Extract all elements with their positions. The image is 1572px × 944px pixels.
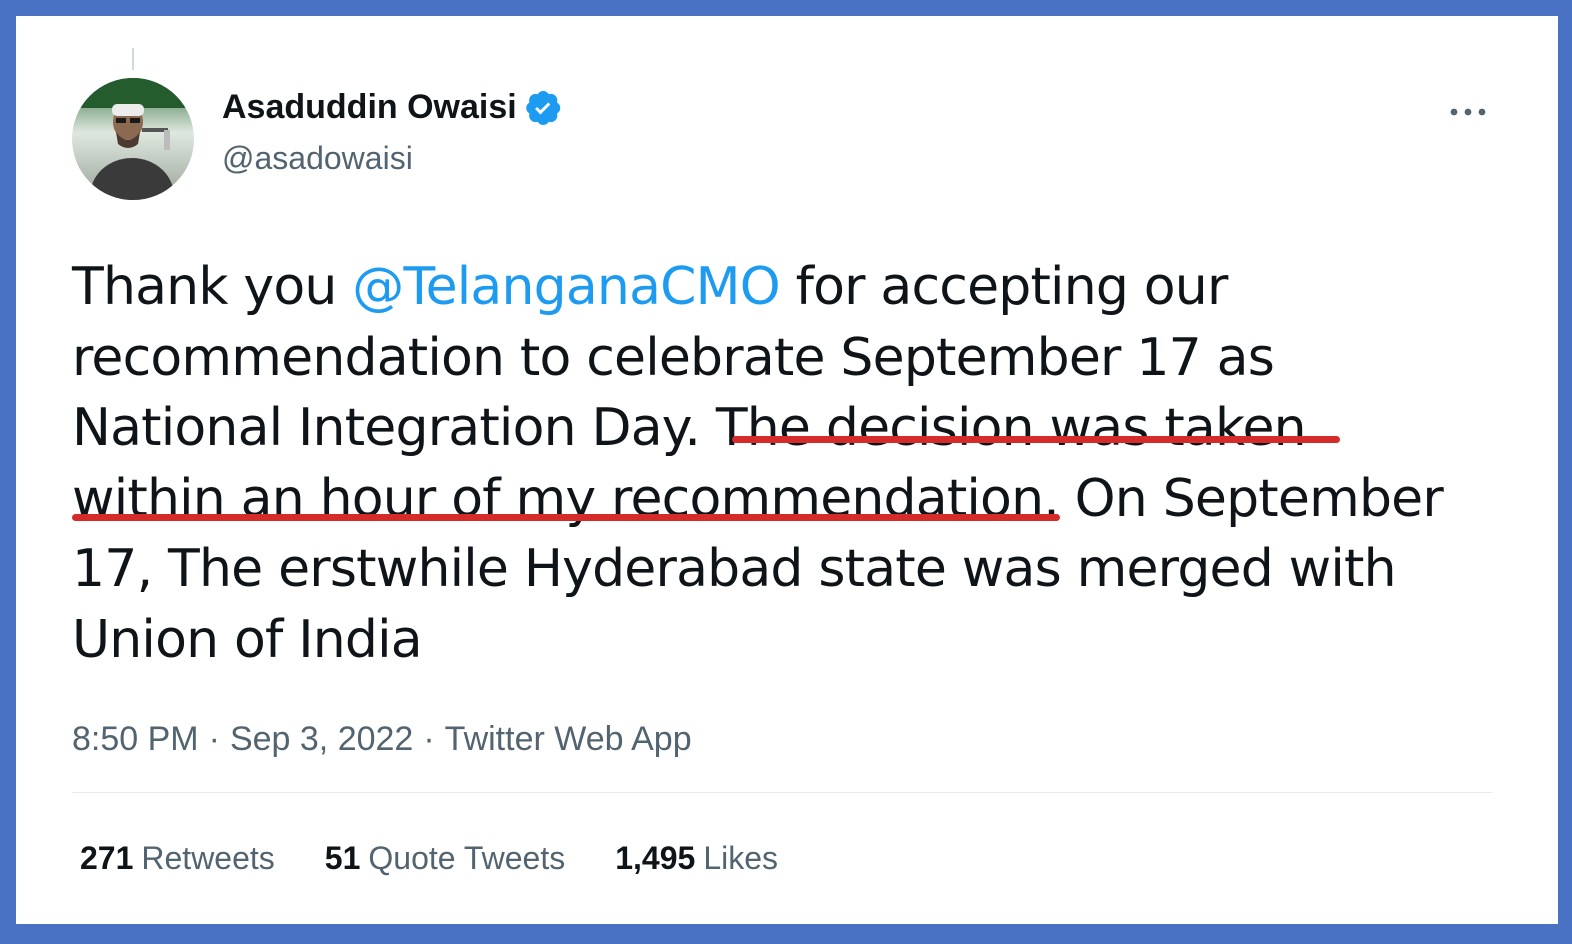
avatar[interactable] bbox=[72, 78, 194, 200]
more-horizontal-icon bbox=[1450, 108, 1486, 116]
tweet-source[interactable]: Twitter Web App bbox=[445, 720, 692, 759]
verified-badge-icon bbox=[525, 90, 561, 126]
tweet-line-2: recommendation to celebrate September 17… bbox=[72, 327, 1275, 388]
retweets-stat[interactable]: 271 Retweets bbox=[80, 840, 275, 877]
likes-count: 1,495 bbox=[615, 840, 696, 876]
highlighted-text: The decision was taken bbox=[715, 398, 1307, 458]
tweet-text: Thank you @TelanganaCMO for accepting ou… bbox=[72, 252, 1512, 675]
likes-stat[interactable]: 1,495 Likes bbox=[615, 840, 778, 877]
tweet-card: Asaduddin Owaisi @asadowaisi Thank you @… bbox=[16, 16, 1558, 924]
retweets-count: 271 bbox=[80, 840, 134, 876]
red-underline-annotation bbox=[732, 436, 1340, 443]
tweet-line-4: within an hour of my recommendation. On … bbox=[72, 464, 1512, 535]
meta-separator: · bbox=[208, 720, 220, 758]
tweet-text-segment: National Integration Day. bbox=[72, 398, 716, 458]
quote-tweets-count: 51 bbox=[324, 840, 361, 876]
tweet-line-6: Union of India bbox=[72, 609, 423, 670]
retweets-label: Retweets bbox=[141, 840, 275, 876]
tweet-text-segment: On September bbox=[1058, 468, 1444, 529]
tweet-meta: 8:50 PM · Sep 3, 2022 · Twitter Web App bbox=[72, 720, 692, 759]
likes-label: Likes bbox=[703, 840, 779, 876]
tweet-text-segment: for accepting our bbox=[779, 257, 1229, 317]
divider bbox=[72, 792, 1492, 793]
avatar-image bbox=[72, 78, 194, 200]
tweet-text-segment: Thank you bbox=[72, 257, 353, 317]
quote-tweets-label: Quote Tweets bbox=[368, 840, 566, 876]
author-display-name[interactable]: Asaduddin Owaisi bbox=[222, 88, 561, 127]
engagement-stats: 271 Retweets 51 Quote Tweets 1,495 Likes bbox=[80, 840, 828, 877]
meta-separator: · bbox=[423, 720, 435, 758]
quote-tweets-stat[interactable]: 51 Quote Tweets bbox=[325, 840, 565, 877]
mention-link[interactable]: @TelanganaCMO bbox=[352, 257, 780, 317]
tweet-line-5: 17, The erstwhile Hyderabad state was me… bbox=[72, 539, 1397, 599]
tweet-line-1: Thank you @TelanganaCMO for accepting ou… bbox=[72, 252, 1512, 323]
author-handle[interactable]: @asadowaisi bbox=[222, 140, 413, 177]
tweet-line-3: National Integration Day. The decision w… bbox=[72, 393, 1512, 464]
more-options-button[interactable] bbox=[1444, 100, 1492, 124]
tweet-date[interactable]: Sep 3, 2022 bbox=[230, 720, 413, 759]
tweet-time[interactable]: 8:50 PM bbox=[72, 720, 199, 759]
author-name-text: Asaduddin Owaisi bbox=[222, 88, 517, 126]
red-underline-annotation bbox=[72, 514, 1060, 521]
thread-line bbox=[132, 48, 134, 70]
